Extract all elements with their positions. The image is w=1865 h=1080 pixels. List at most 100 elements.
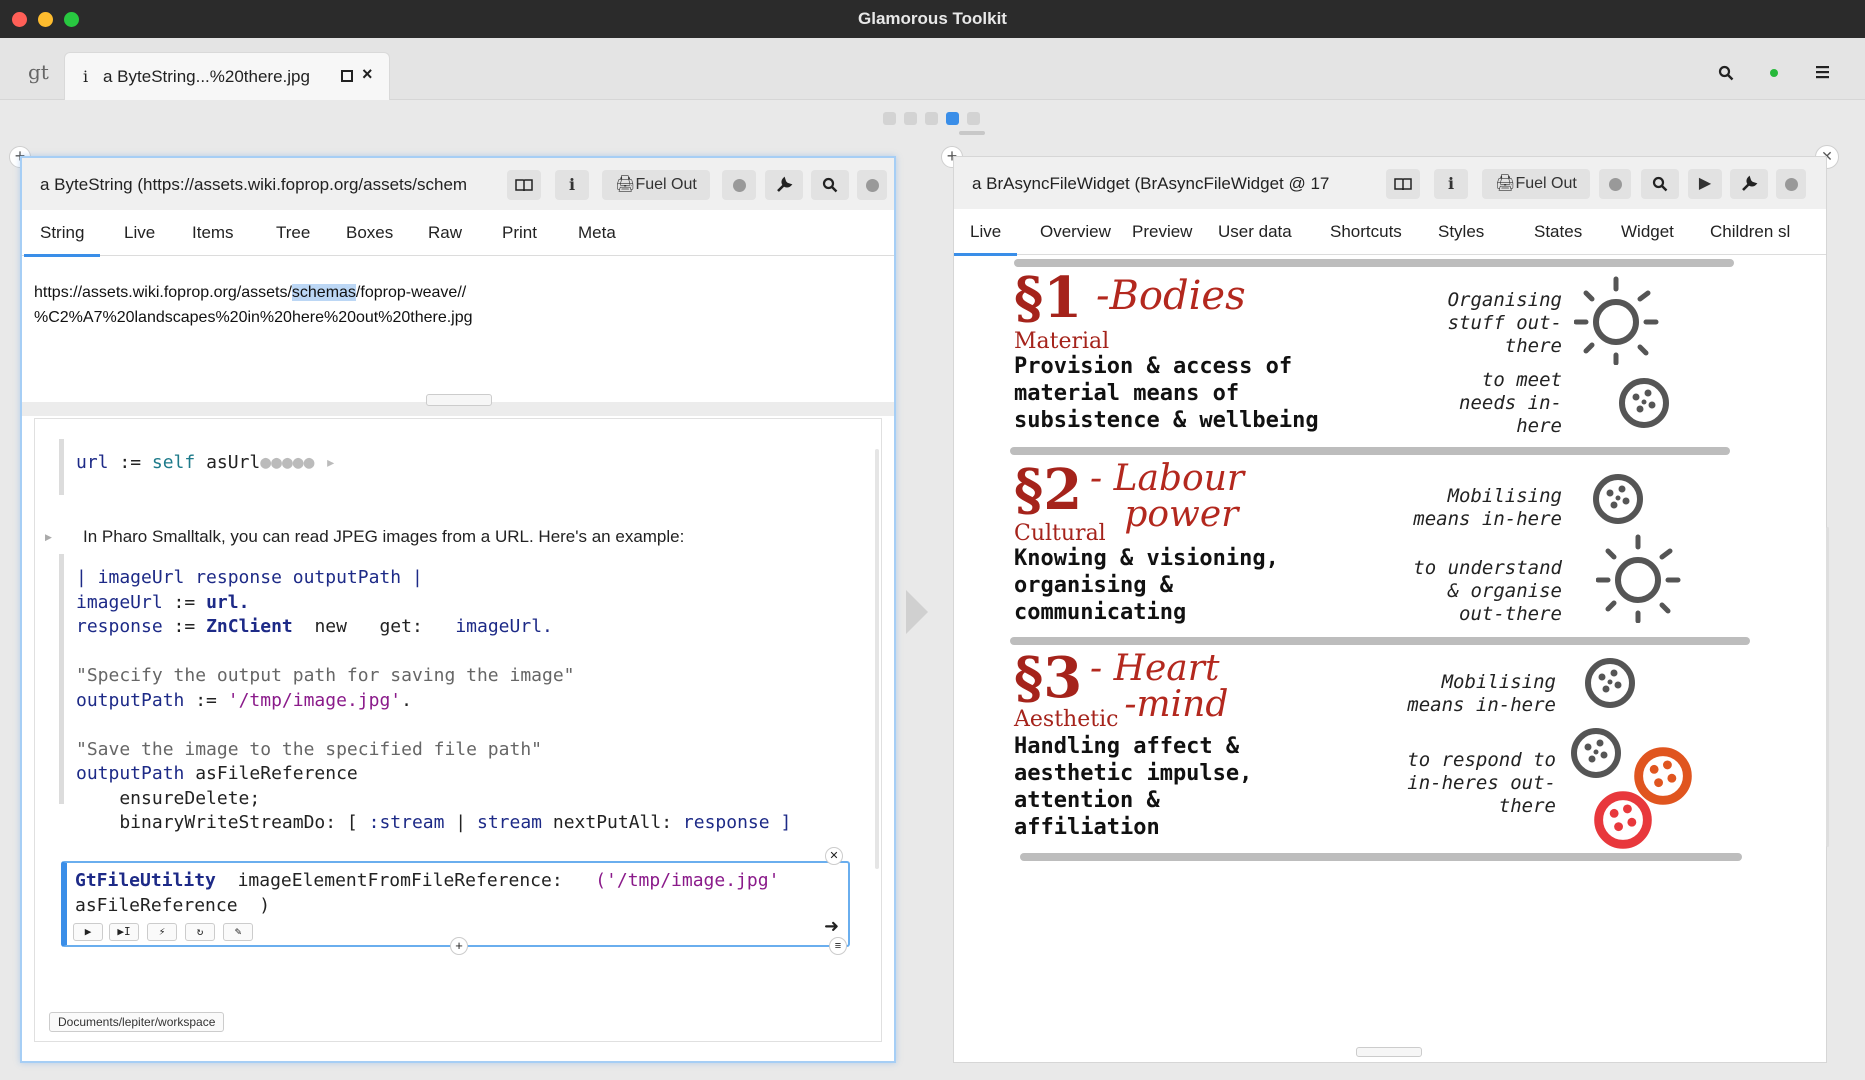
play-inspect-icon[interactable]: ▶I	[109, 923, 139, 941]
pane-header: a ByteString (https://assets.wiki.foprop…	[22, 158, 894, 210]
pane-scrollbar[interactable]	[1826, 527, 1829, 847]
tab-print[interactable]: Print	[502, 223, 537, 243]
close-tab-icon[interactable]: ×	[362, 64, 373, 85]
seed-cell-icon	[1593, 474, 1643, 524]
image-divider	[1014, 259, 1734, 267]
tab-preview[interactable]: Preview	[1132, 222, 1192, 242]
pager-dot[interactable]	[883, 112, 896, 125]
pager-dot-active[interactable]	[946, 112, 959, 125]
url-part: %C2%A7%20landscapes%20in%20here%20out%20…	[34, 309, 473, 326]
status-dot-icon	[1770, 69, 1778, 77]
tab-states[interactable]: States	[1534, 222, 1582, 242]
code-token: binaryWriteStreamDo: [	[76, 812, 369, 833]
red-seed-cell-icon	[1594, 791, 1652, 849]
url-part: https://assets.wiki.foprop.org/assets/	[34, 284, 292, 301]
pager-dot[interactable]	[967, 112, 980, 125]
close-snippet-icon[interactable]: ✕	[825, 847, 843, 865]
view-tabs: String Live Items Tree Boxes Raw Print M…	[22, 210, 894, 257]
window-title: Glamorous Toolkit	[858, 9, 1007, 28]
debug-bolt-icon[interactable]: ⚡	[147, 923, 177, 941]
code-token: :=	[108, 452, 152, 473]
code-token: url	[76, 452, 109, 473]
play-icon[interactable]: ▶	[1688, 169, 1722, 199]
code-token: url.	[206, 591, 250, 613]
add-snippet-icon[interactable]: +	[450, 937, 468, 955]
section-2-title: - Labour power	[1090, 458, 1245, 535]
tab-children[interactable]: Children sl	[1710, 222, 1790, 242]
code-token: imageElementFromFileReference:	[215, 870, 574, 891]
splitter-handle[interactable]	[426, 394, 492, 406]
tab-user-data[interactable]: User data	[1218, 222, 1292, 242]
section-1-title: -Bodies	[1096, 273, 1246, 319]
code-snippet-url[interactable]: url := self asUrl●●●●● ▸	[59, 439, 799, 495]
tab-styles[interactable]: Styles	[1438, 222, 1484, 242]
profile-icon[interactable]: ↻	[185, 923, 215, 941]
pager-dot[interactable]	[904, 112, 917, 125]
search-icon[interactable]	[1718, 65, 1734, 81]
database-path-chip[interactable]: Documents/lepiter/workspace	[49, 1012, 225, 1032]
tab-items[interactable]: Items	[192, 223, 234, 243]
play-icon[interactable]: ▶	[73, 923, 103, 941]
inspect-info-icon[interactable]: i	[1434, 169, 1468, 199]
code-string: ('/tmp/image.jpg'	[573, 870, 780, 891]
tab-raw[interactable]: Raw	[428, 223, 462, 243]
string-view-text[interactable]: https://assets.wiki.foprop.org/assets/sc…	[34, 280, 473, 330]
page-scrollbar[interactable]	[875, 449, 879, 869]
fuel-out-button[interactable]: 🖨Fuel Out	[1482, 169, 1590, 199]
section-2-subtitle: Cultural	[1014, 521, 1106, 546]
tab-string[interactable]: String	[23, 223, 102, 257]
inspector-tab[interactable]: i a ByteString...%20there.jpg ×	[64, 52, 390, 100]
tab-live[interactable]: Live	[953, 222, 1018, 256]
tab-meta[interactable]: Meta	[578, 223, 616, 243]
editor-text[interactable]: GtFileUtility imageElementFromFileRefere…	[75, 869, 779, 918]
code-comment: "Specify the output path for saving the …	[76, 665, 575, 686]
maximize-tab-icon[interactable]	[341, 70, 353, 82]
collapse-triangle-icon[interactable]: ▶	[45, 532, 52, 543]
tab-overview[interactable]: Overview	[1040, 222, 1111, 242]
printer-icon: 🖨	[1495, 175, 1516, 192]
record-icon[interactable]	[722, 170, 756, 200]
settings-dot-icon[interactable]	[857, 170, 887, 200]
expand-dots-icon[interactable]: ●●●●● ▸	[260, 452, 336, 473]
pane-title: a ByteString (https://assets.wiki.foprop…	[40, 175, 468, 194]
tab-boxes[interactable]: Boxes	[346, 223, 393, 243]
code-token: ]	[769, 812, 792, 833]
code-token: outputPath	[76, 689, 185, 711]
wrench-icon[interactable]	[1730, 169, 1768, 199]
tab-widget[interactable]: Widget	[1621, 222, 1674, 242]
inspector-tab-label: a ByteString...%20there.jpg	[103, 67, 310, 86]
inspect-info-icon[interactable]: i	[555, 170, 589, 200]
tab-live[interactable]: Live	[124, 223, 155, 243]
code-token: response	[682, 812, 770, 833]
hamburger-menu-icon[interactable]	[1815, 65, 1831, 79]
code-token: |	[444, 812, 477, 833]
book-icon[interactable]	[1386, 169, 1420, 199]
image-divider	[1010, 447, 1730, 455]
tab-shortcuts[interactable]: Shortcuts	[1330, 222, 1402, 242]
search-icon[interactable]	[811, 170, 849, 200]
pager-dot[interactable]	[925, 112, 938, 125]
section-1-note-2: to meet needs in- here	[1459, 369, 1562, 437]
arrow-right-icon[interactable]: ➜	[824, 915, 839, 940]
settings-dot-icon[interactable]	[1776, 169, 1806, 199]
gt-logo[interactable]: gt	[28, 60, 49, 84]
text-snippet[interactable]: In Pharo Smalltalk, you can read JPEG im…	[83, 527, 684, 547]
book-icon[interactable]	[507, 170, 541, 200]
edit-pencil-icon[interactable]: ✎	[223, 923, 253, 941]
splitter-handle[interactable]	[1356, 1047, 1422, 1057]
section-2-note-2: to understand & organise out-there	[1413, 557, 1562, 625]
snippet-menu-icon[interactable]: ≡	[829, 937, 847, 955]
seed-cell-icon	[1585, 658, 1635, 708]
view-tabs: Live Overview Preview User data Shortcut…	[953, 209, 1826, 256]
tab-tree[interactable]: Tree	[276, 223, 310, 243]
wrench-icon[interactable]	[765, 170, 803, 200]
url-part: /foprop-weave//	[355, 284, 467, 301]
search-icon[interactable]	[1641, 169, 1679, 199]
record-icon[interactable]	[1599, 169, 1631, 199]
sun-icon	[1574, 276, 1659, 365]
fuel-out-button[interactable]: 🖨Fuel Out	[602, 170, 710, 200]
fuel-out-label: Fuel Out	[635, 176, 697, 193]
lepiter-page: url := self asUrl●●●●● ▸ ▶ In Pharo Smal…	[34, 418, 882, 1042]
code-editor-active[interactable]: GtFileUtility imageElementFromFileRefere…	[61, 861, 850, 947]
code-snippet-example[interactable]: | imageUrl response outputPath | imageUr…	[59, 554, 829, 833]
